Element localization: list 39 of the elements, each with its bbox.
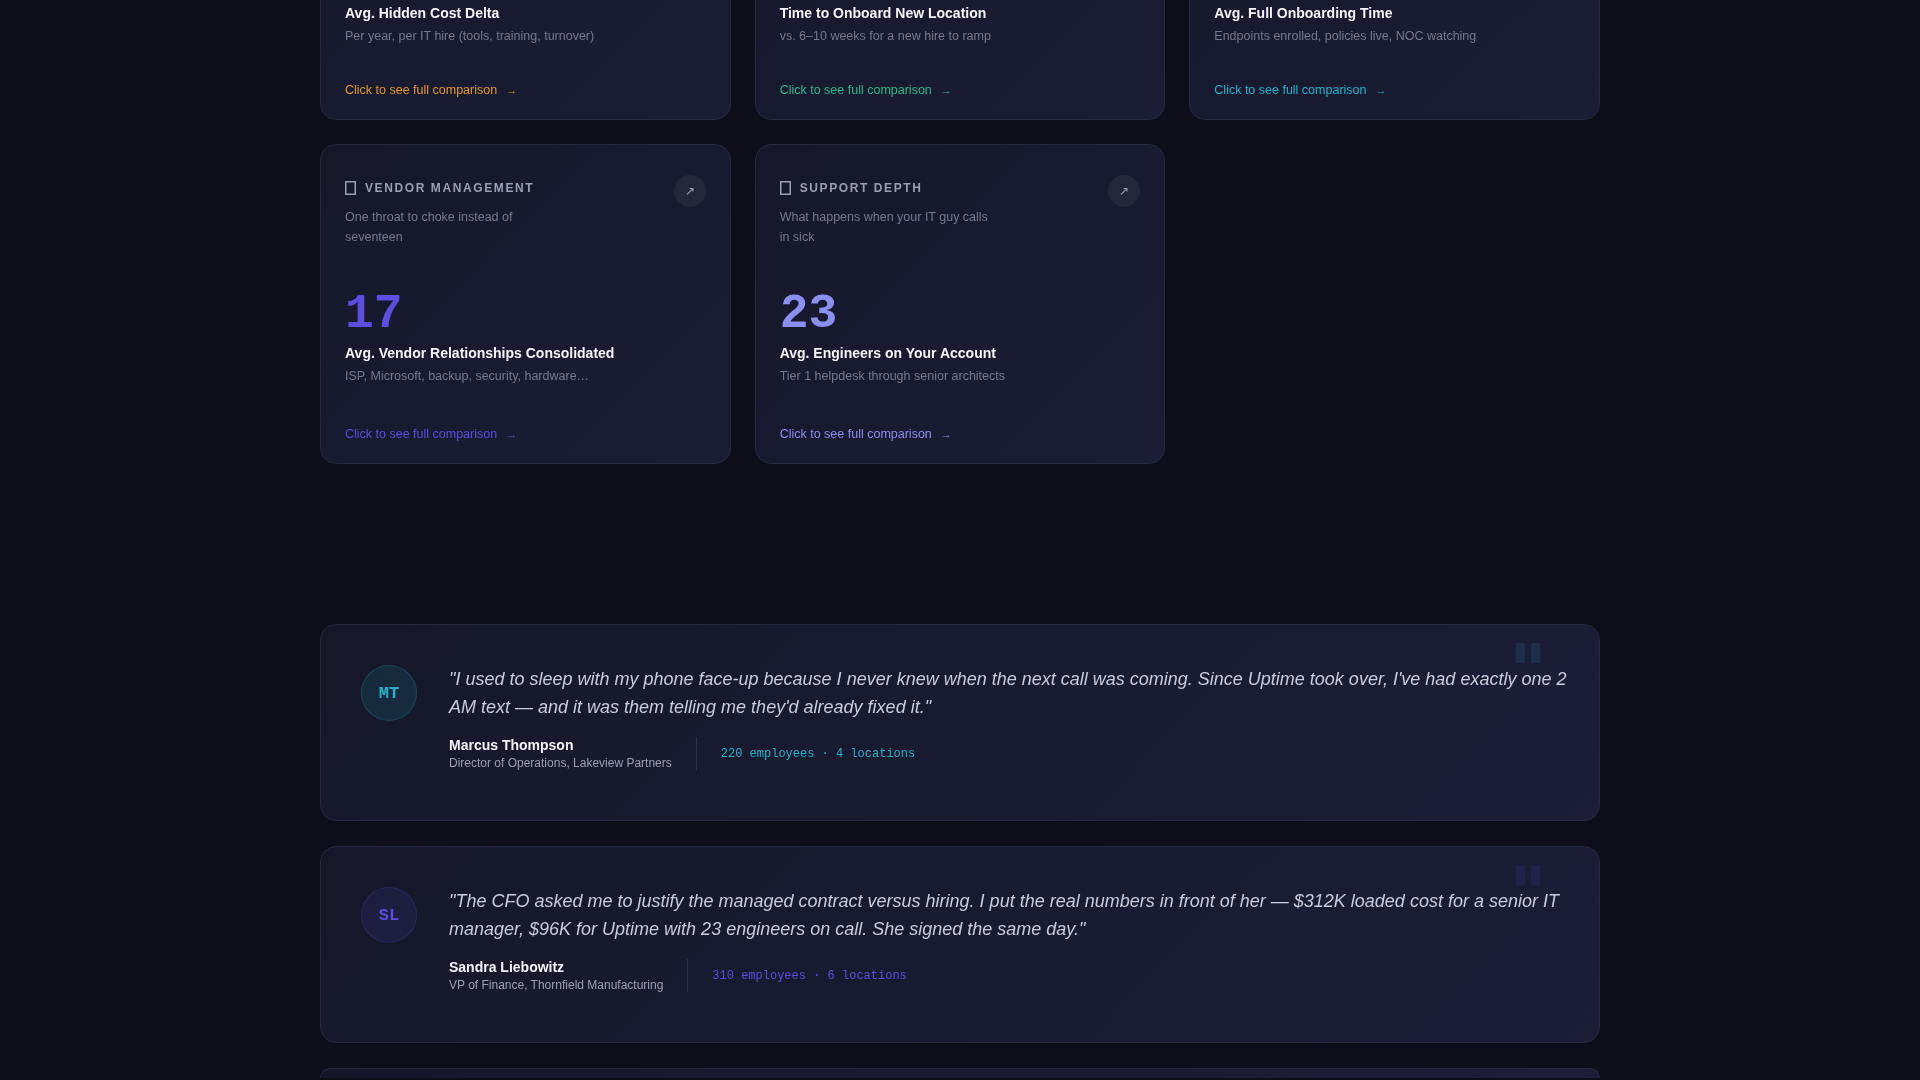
stat-value: 23 [779, 289, 839, 339]
avatar: MT [361, 665, 417, 721]
card-description: What happens when your IT guy calls in sick [779, 209, 989, 246]
stat-detail: vs. 6–10 weeks for a new hire to ramp [779, 29, 992, 43]
stat-value: 17 [345, 289, 404, 339]
stat-detail: Per year, per IT hire (tools, training, turnover) [345, 29, 596, 43]
author-role: VP of Finance, Thornfield Manufacturing [449, 978, 664, 992]
stat-title: Avg. Engineers on Your Account [779, 345, 997, 361]
testimonial-quote: "I used to sleep with my phone face-up because I never knew when the next call was coming. Since Uptime took over, I've had exactly one 2 AM text — and it was them telling me they'd already fixed it." [449, 668, 1568, 719]
stat-title: Avg. Hidden Cost Delta [345, 5, 501, 21]
stat-card[interactable]: Time to Onboard New Location vs. 6–10 weeks for a new hire to ramp Click to see full comparison → [754, 0, 1166, 120]
stat-card[interactable]: SUPPORT DEPTH ↗ What happens when your IT guy calls in sick 23 Avg. Engineers on Your Account Tier 1 helpdesk through senior architects Click to see full comparison → [754, 144, 1166, 464]
stat-card[interactable]: Avg. Full Onboarding Time Endpoints enrolled, policies live, NOC watching Click to see full comparison → [1189, 0, 1600, 120]
stat-detail: ISP, Microsoft, backup, security, hardware… [345, 369, 591, 383]
comparison-link[interactable]: Click to see full comparison → [345, 83, 518, 97]
stat-title: Time to Onboard New Location [779, 5, 988, 21]
category-label: SUPPORT DEPTH [799, 181, 923, 195]
comparison-link[interactable]: Click to see full comparison → [779, 83, 952, 97]
company-stats: 310 employees · 6 locations [712, 968, 907, 983]
stat-detail: Endpoints enrolled, policies live, NOC watching [1214, 29, 1478, 43]
stat-detail: Tier 1 helpdesk through senior architects [779, 369, 1006, 383]
stat-title: Avg. Full Onboarding Time [1214, 5, 1394, 21]
document-icon [779, 181, 791, 195]
card-description: One throat to choke instead of seventeen [345, 209, 514, 246]
testimonial-quote: "The CFO asked me to justify the managed contract versus hiring. I put the real numbers in front of her — $312K loaded cost for a senior IT manager, $96K for Uptime with 23 engineers on call. She signed the same day." [449, 890, 1561, 941]
company-stats: 220 employees · 4 locations [720, 746, 916, 761]
comparison-link[interactable]: Click to see full comparison → [779, 427, 952, 441]
stat-card[interactable]: Avg. Hidden Cost Delta Per year, per IT hire (tools, training, turnover) Click to see full comparison → [320, 0, 731, 120]
author-name: Sandra Liebowitz [449, 959, 566, 975]
category-label: VENDOR MANAGEMENT [365, 181, 535, 195]
comparison-link[interactable]: Click to see full comparison → [1214, 83, 1387, 97]
stat-title: Avg. Vendor Relationships Consolidated [345, 345, 616, 361]
author-role: Director of Operations, Lakeview Partners [449, 756, 672, 770]
document-icon [345, 181, 356, 195]
expand-button[interactable]: ↗ [673, 175, 706, 207]
stat-card[interactable]: VENDOR MANAGEMENT ↗ One throat to choke instead of seventeen 17 Avg. Vendor Relationships Consolidated ISP, Microsoft, backup, security, hardware… Click to see full comparison → [320, 144, 731, 464]
author-name: Marcus Thompson [449, 737, 575, 753]
avatar: SL [361, 887, 417, 943]
expand-button[interactable]: ↗ [1108, 175, 1141, 207]
